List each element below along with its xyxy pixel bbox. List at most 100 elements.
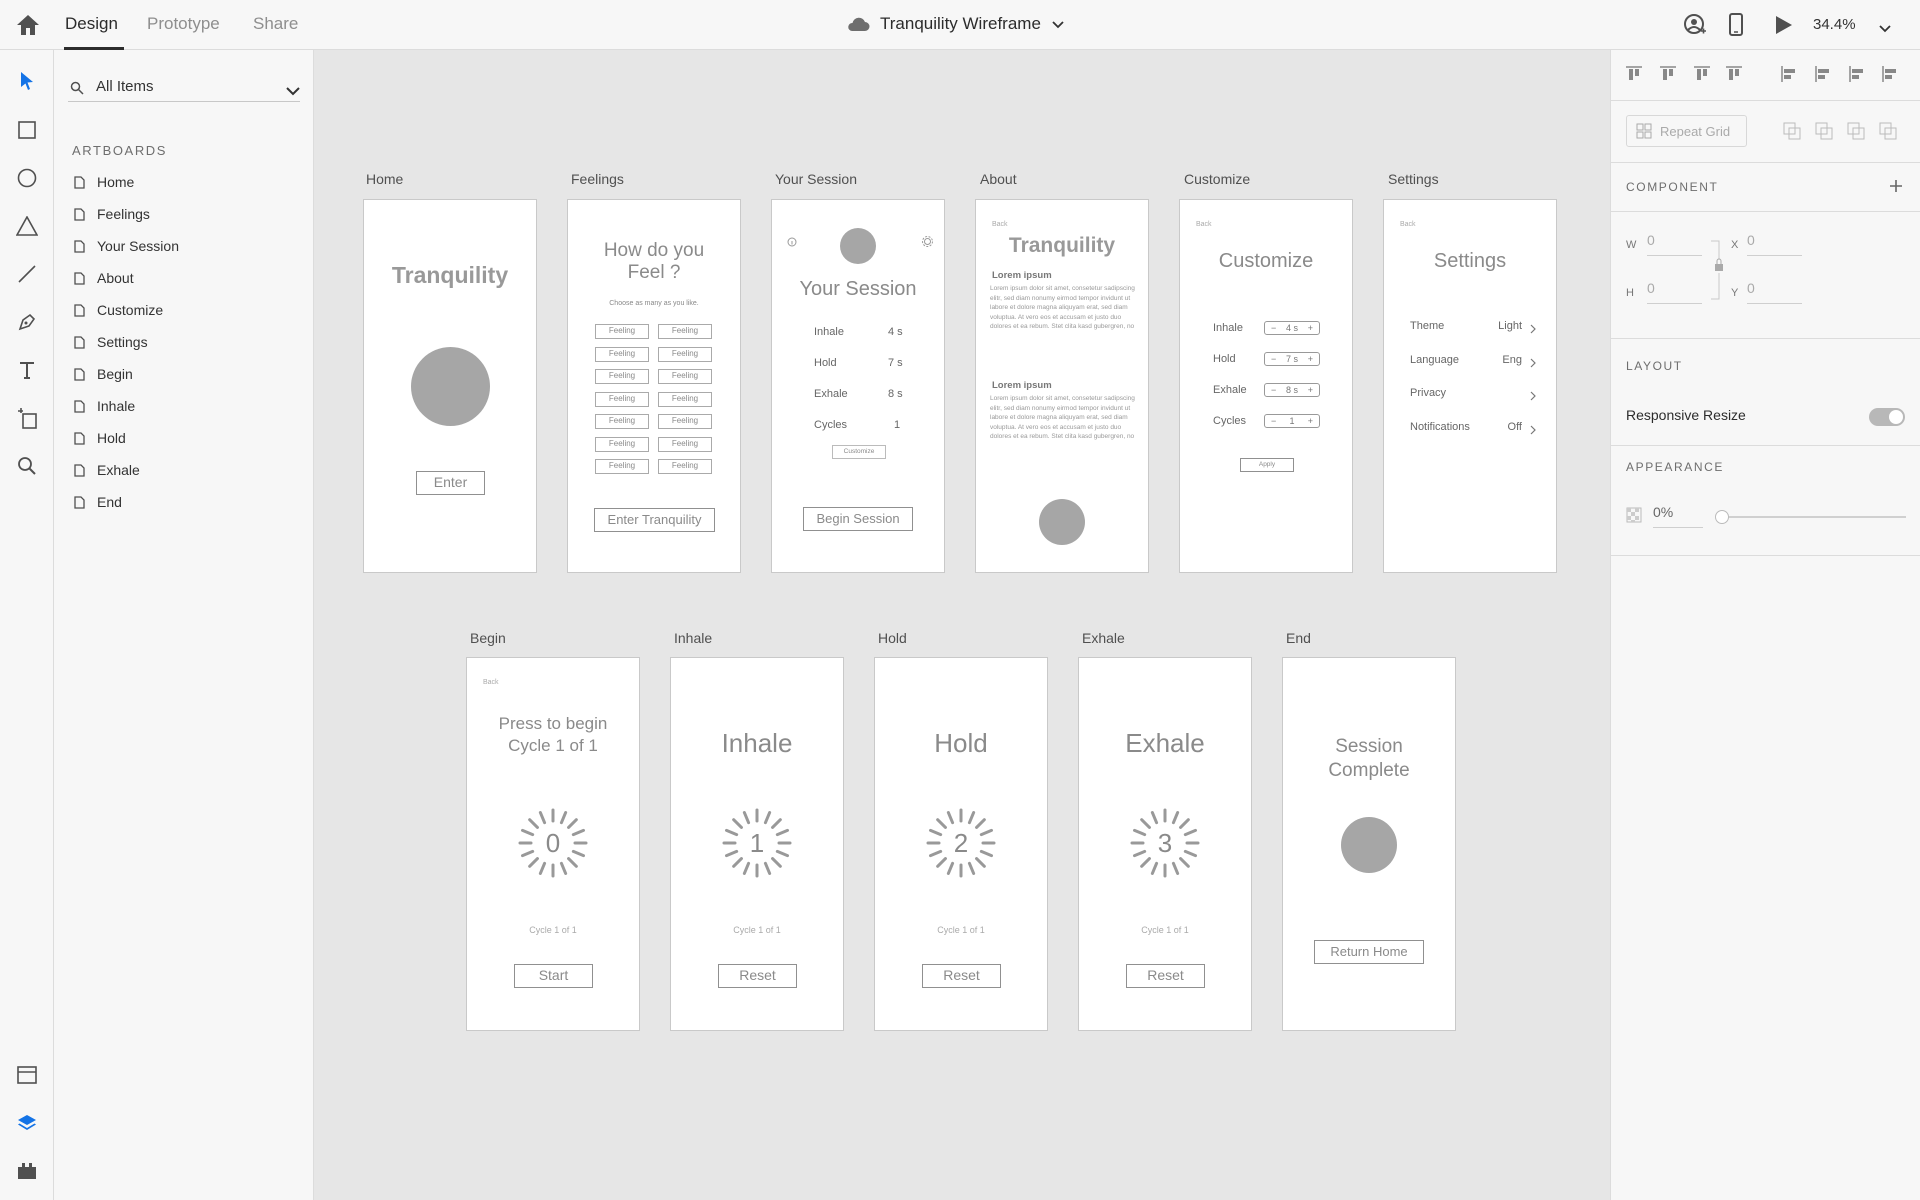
gear-icon[interactable]	[922, 234, 933, 252]
artboard-label-home[interactable]: Home	[366, 171, 403, 187]
tab-design[interactable]: Design	[65, 14, 118, 34]
zoom-level[interactable]: 34.4%	[1813, 16, 1856, 33]
start-button[interactable]: Start	[514, 964, 593, 988]
assets-panel-icon[interactable]	[13, 1061, 41, 1089]
chevron-down-icon[interactable]	[286, 83, 300, 96]
pen-tool-icon[interactable]	[13, 308, 41, 336]
align-middle-icon[interactable]	[1659, 65, 1677, 88]
artboard-settings[interactable]: Back Settings Theme Light Language Eng Priva…	[1383, 199, 1557, 573]
layer-item-about[interactable]: About	[74, 267, 134, 289]
user-icon[interactable]	[1683, 13, 1707, 37]
settings-row-label[interactable]: Privacy	[1410, 387, 1446, 399]
stepper[interactable]: −7 s +	[1264, 352, 1320, 366]
reset-button[interactable]: Reset	[718, 964, 797, 988]
artboard-label-about[interactable]: About	[980, 171, 1017, 187]
feeling-chip[interactable]: Feeling	[658, 414, 712, 429]
stepper-plus-button[interactable]: +	[1308, 385, 1313, 395]
feeling-chip[interactable]: Feeling	[595, 414, 649, 429]
artboard-end[interactable]: Session Complete Return Home	[1282, 657, 1456, 1031]
back-link[interactable]: Back	[1196, 221, 1212, 228]
layer-item-home[interactable]: Home	[74, 171, 134, 193]
stepper-minus-button[interactable]: −	[1271, 385, 1276, 395]
distribute-vertical-icon[interactable]	[1725, 65, 1743, 88]
begin-session-button[interactable]: Begin Session	[803, 507, 913, 531]
stepper-plus-button[interactable]: +	[1308, 323, 1313, 333]
feeling-chip[interactable]: Feeling	[658, 459, 712, 474]
enter-button[interactable]: Enter	[416, 471, 485, 495]
artboard-begin[interactable]: Back Press to begin Cycle 1 of 1 0 Cycle…	[466, 657, 640, 1031]
artboard-label-customize[interactable]: Customize	[1184, 171, 1250, 187]
align-center-icon[interactable]	[1814, 65, 1832, 88]
artboard-feelings[interactable]: How do you Feel ? Choose as many as you …	[567, 199, 741, 573]
opacity-field[interactable]: 0%	[1653, 504, 1703, 528]
layer-item-exhale[interactable]: Exhale	[74, 459, 140, 481]
feeling-chip[interactable]: Feeling	[595, 459, 649, 474]
chevron-right-icon[interactable]	[1530, 388, 1536, 406]
polygon-tool-icon[interactable]	[13, 212, 41, 240]
artboard-label-exhale[interactable]: Exhale	[1082, 630, 1125, 646]
back-link[interactable]: Back	[483, 679, 499, 686]
intersect-shape-icon[interactable]	[1847, 122, 1865, 145]
chevron-right-icon[interactable]	[1530, 321, 1536, 339]
opacity-slider-handle[interactable]	[1715, 510, 1729, 524]
design-canvas[interactable]: Home Feelings Your Session About Customi…	[314, 50, 1610, 1200]
artboard-hold[interactable]: Hold 2 Cycle 1 of 1 Reset	[874, 657, 1048, 1031]
device-preview-icon[interactable]	[1728, 13, 1744, 37]
ellipse-tool-icon[interactable]	[13, 164, 41, 192]
feeling-chip[interactable]: Feeling	[595, 436, 649, 452]
settings-row-label[interactable]: Notifications	[1410, 421, 1470, 433]
layer-item-hold[interactable]: Hold	[74, 427, 126, 449]
feeling-chip[interactable]: Feeling	[658, 346, 712, 362]
feeling-chip[interactable]: Feeling	[658, 391, 712, 407]
distribute-horizontal-icon[interactable]	[1881, 65, 1899, 88]
add-component-icon[interactable]	[1888, 178, 1904, 199]
feeling-chip[interactable]: Feeling	[658, 436, 712, 452]
stepper-plus-button[interactable]: +	[1308, 354, 1313, 364]
back-link[interactable]: Back	[992, 221, 1008, 228]
layers-panel-icon[interactable]	[13, 1109, 41, 1137]
chevron-right-icon[interactable]	[1530, 355, 1536, 373]
responsive-resize-toggle[interactable]	[1869, 408, 1905, 426]
align-left-icon[interactable]	[1780, 65, 1798, 88]
y-field[interactable]: 0	[1747, 280, 1802, 304]
stepper-plus-button[interactable]: +	[1308, 416, 1313, 426]
return-home-button[interactable]: Return Home	[1314, 940, 1424, 964]
x-field[interactable]: 0	[1747, 232, 1802, 256]
feeling-chip[interactable]: Feeling	[595, 391, 649, 407]
feeling-chip[interactable]: Feeling	[658, 324, 712, 339]
play-icon[interactable]	[1774, 14, 1794, 36]
artboard-label-feelings[interactable]: Feelings	[571, 171, 624, 187]
artboard-home[interactable]: Tranquility Enter	[363, 199, 537, 573]
chevron-right-icon[interactable]	[1530, 422, 1536, 440]
layers-search[interactable]: All Items	[68, 72, 300, 102]
artboard-label-inhale[interactable]: Inhale	[674, 630, 712, 646]
artboard-customize[interactable]: Back Customize Inhale −4 s + Hold −7 s + Exhal…	[1179, 199, 1353, 573]
home-icon[interactable]	[16, 14, 40, 36]
align-right-icon[interactable]	[1848, 65, 1866, 88]
add-shape-icon[interactable]	[1783, 122, 1801, 145]
stepper[interactable]: −8 s +	[1264, 383, 1320, 397]
tab-prototype[interactable]: Prototype	[147, 14, 220, 34]
artboard-tool-icon[interactable]	[13, 404, 41, 432]
align-bottom-icon[interactable]	[1693, 65, 1711, 88]
artboard-your-session[interactable]: Your Session Inhale 4 s Hold 7 s Exhale …	[771, 199, 945, 573]
opacity-slider-track[interactable]	[1716, 516, 1906, 518]
repeat-grid-button[interactable]: Repeat Grid	[1626, 115, 1747, 147]
stepper-minus-button[interactable]: −	[1271, 416, 1276, 426]
artboard-label-hold[interactable]: Hold	[878, 630, 907, 646]
settings-row-label[interactable]: Language	[1410, 354, 1459, 366]
reset-button[interactable]: Reset	[1126, 964, 1205, 988]
subtract-shape-icon[interactable]	[1815, 122, 1833, 145]
plugins-icon[interactable]	[13, 1157, 41, 1185]
layer-item-begin[interactable]: Begin	[74, 363, 133, 385]
feeling-chip[interactable]: Feeling	[595, 324, 649, 339]
text-tool-icon[interactable]	[13, 356, 41, 384]
feeling-chip[interactable]: Feeling	[658, 369, 712, 384]
layer-item-settings[interactable]: Settings	[74, 331, 148, 353]
exclude-shape-icon[interactable]	[1879, 122, 1897, 145]
layer-item-your-session[interactable]: Your Session	[74, 235, 179, 257]
line-tool-icon[interactable]	[13, 260, 41, 288]
artboard-label-begin[interactable]: Begin	[470, 630, 506, 646]
info-icon[interactable]	[787, 234, 797, 252]
artboard-label-your-session[interactable]: Your Session	[775, 171, 857, 187]
